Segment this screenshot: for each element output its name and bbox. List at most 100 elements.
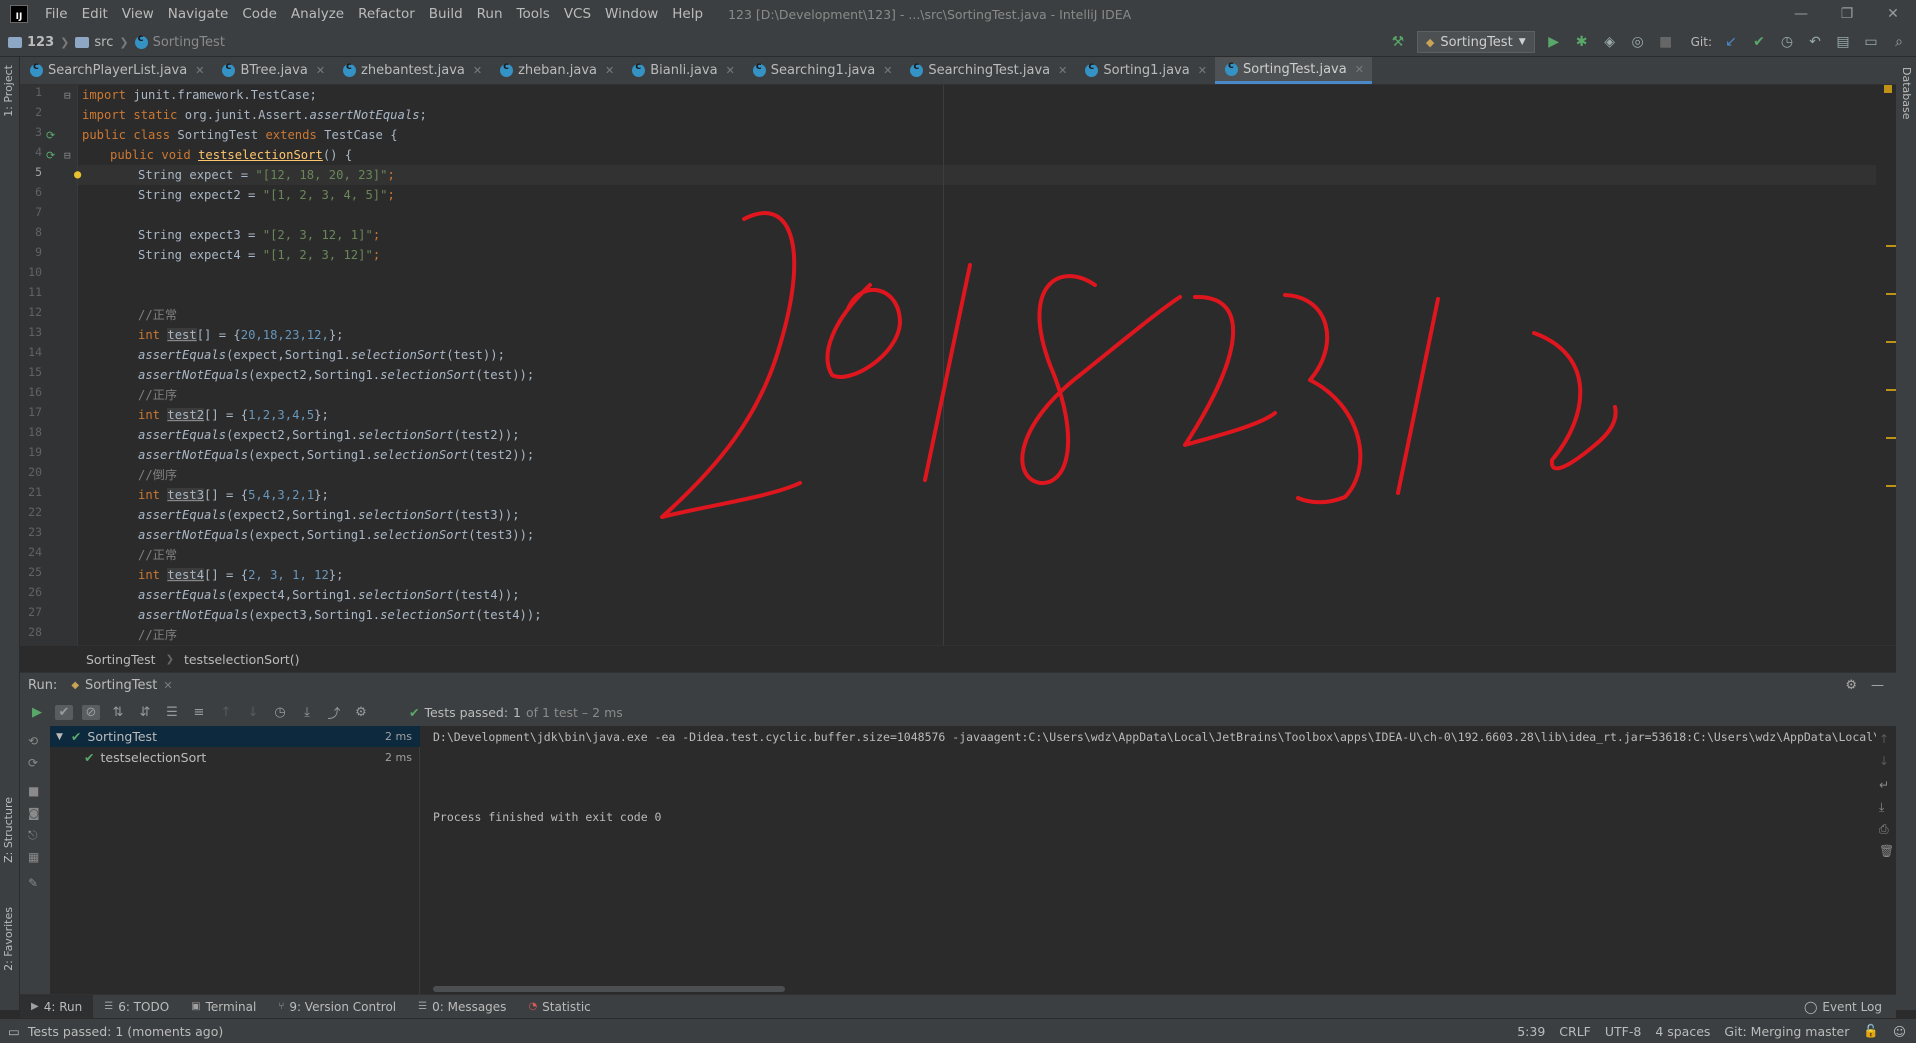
scroll-to-end-icon[interactable]: ⤓ <box>1879 800 1884 815</box>
settings-gear-icon[interactable]: ⚙ <box>352 705 370 720</box>
indent-setting[interactable]: 4 spaces <box>1655 1024 1710 1039</box>
caret-position[interactable]: 5:39 <box>1517 1024 1545 1039</box>
close-tab-icon[interactable]: ✕ <box>1198 64 1207 77</box>
tab-btree[interactable]: BTree.java✕ <box>212 57 333 84</box>
menu-run[interactable]: Run <box>470 0 510 28</box>
toolwindow-messages[interactable]: ☰ 0: Messages <box>407 995 517 1019</box>
menu-edit[interactable]: Edit <box>75 0 115 28</box>
nav-folder[interactable]: src <box>94 35 113 50</box>
layout-icon[interactable]: ▦ <box>28 850 39 864</box>
tab-sortingtest[interactable]: SortingTest.java✕ <box>1215 57 1372 84</box>
fold-icon[interactable]: ⊟ <box>64 89 71 102</box>
rerun-icon[interactable]: ▶ <box>28 705 46 720</box>
debug-icon[interactable]: ✱ <box>1573 34 1591 50</box>
database-tool-button[interactable]: Database <box>1900 67 1913 120</box>
warning-marker[interactable] <box>1886 293 1896 295</box>
sort-alpha-icon[interactable]: ⇅ <box>109 705 127 720</box>
code-area[interactable]: import junit.framework.TestCase; import … <box>82 85 1872 645</box>
exit-icon[interactable]: ⎋ <box>28 828 38 843</box>
git-rollback-icon[interactable]: ↶ <box>1806 34 1824 50</box>
intention-bulb-icon[interactable]: ● <box>74 167 81 181</box>
git-history-icon[interactable]: ◷ <box>1778 34 1796 50</box>
restore-button[interactable]: ❐ <box>1824 6 1870 22</box>
toolwindow-run[interactable]: ▶ 4: Run <box>20 994 94 1019</box>
line-separator[interactable]: CRLF <box>1559 1024 1591 1039</box>
run-icon[interactable]: ▶ <box>1545 34 1563 50</box>
layout-icon[interactable]: ▭ <box>1862 34 1880 50</box>
pin-rerun-icon[interactable]: ⟲ <box>28 734 38 748</box>
warning-marker[interactable] <box>1886 437 1896 439</box>
close-tab-icon[interactable]: ✕ <box>473 64 482 77</box>
sort-duration-icon[interactable]: ⇵ <box>136 705 154 720</box>
run-tab-sortingtest[interactable]: ◆ SortingTest ✕ <box>71 678 172 693</box>
fold-icon[interactable]: ⊟ <box>64 149 71 162</box>
menu-tools[interactable]: Tools <box>510 0 557 28</box>
warning-marker[interactable] <box>1886 245 1896 247</box>
toolwindow-statistic[interactable]: ◔ Statistic <box>517 995 601 1019</box>
close-tab-icon[interactable]: ✕ <box>195 64 204 77</box>
toggle-auto-test-icon[interactable]: ⟳ <box>28 756 38 770</box>
toolwindow-todo[interactable]: ☰ 6: TODO <box>93 995 180 1019</box>
nav-file[interactable]: SortingTest <box>153 35 225 50</box>
close-button[interactable]: ✕ <box>1870 6 1916 22</box>
close-tab-icon[interactable]: ✕ <box>883 64 892 77</box>
git-branch[interactable]: Git: Merging master <box>1724 1024 1849 1039</box>
tab-bianli[interactable]: Bianli.java✕ <box>622 57 743 84</box>
horizontal-scrollbar[interactable] <box>433 986 785 992</box>
git-commit-icon[interactable]: ✔ <box>1750 34 1768 50</box>
soft-wrap-icon[interactable]: ↵ <box>1879 778 1889 792</box>
menu-window[interactable]: Window <box>598 0 665 28</box>
close-tab-icon[interactable]: ✕ <box>163 679 172 692</box>
next-failed-icon[interactable]: ↓ <box>244 705 262 720</box>
error-stripe[interactable] <box>1876 85 1896 645</box>
print-icon[interactable]: ⎙ <box>1879 822 1889 837</box>
export-tests-icon[interactable]: ⤴ <box>325 703 343 722</box>
tab-searching1[interactable]: Searching1.java✕ <box>743 57 901 84</box>
collapse-all-icon[interactable]: ≡ <box>190 705 208 720</box>
warning-marker[interactable] <box>1886 485 1896 487</box>
run-test-method-gutter-icon[interactable]: ⟳ <box>46 149 55 162</box>
inspection-icon[interactable]: ☺ <box>1893 1024 1906 1039</box>
tree-row-testselectionsort[interactable]: ✔ testselectionSort 2 ms <box>50 747 420 768</box>
lock-icon[interactable]: 🔓 <box>1863 1023 1879 1039</box>
show-ignored-icon[interactable]: ⊘ <box>82 704 100 720</box>
layout-toggle-icon[interactable]: ▭ <box>8 1024 20 1039</box>
trash-icon[interactable]: 🗑 <box>1879 844 1894 858</box>
run-configuration-select[interactable]: ◆ SortingTest ▼ <box>1416 31 1535 53</box>
git-update-icon[interactable]: ↙ <box>1722 34 1740 50</box>
stop-icon[interactable]: ■ <box>28 784 39 798</box>
warning-marker[interactable] <box>1886 341 1896 343</box>
expand-arrow-icon[interactable]: ▼ <box>56 732 63 742</box>
menu-refactor[interactable]: Refactor <box>351 0 422 28</box>
menu-navigate[interactable]: Navigate <box>161 0 236 28</box>
event-log-button[interactable]: ◯ Event Log <box>1804 1000 1896 1014</box>
close-tab-icon[interactable]: ✕ <box>1058 64 1067 77</box>
close-tab-icon[interactable]: ✕ <box>726 64 735 77</box>
file-encoding[interactable]: UTF-8 <box>1605 1024 1641 1039</box>
camera-icon[interactable]: ◙ <box>28 806 40 820</box>
minimize-button[interactable]: — <box>1778 6 1824 22</box>
tab-zhebantest[interactable]: zhebantest.java✕ <box>333 57 490 84</box>
menu-view[interactable]: View <box>115 0 161 28</box>
close-tab-icon[interactable]: ✕ <box>316 64 325 77</box>
test-history-icon[interactable]: ◷ <box>271 705 289 720</box>
toolwindow-terminal[interactable]: ▣ Terminal <box>180 995 267 1019</box>
stop-icon[interactable]: ■ <box>1657 34 1675 50</box>
menu-help[interactable]: Help <box>665 0 710 28</box>
tab-searchingtest[interactable]: SearchingTest.java✕ <box>900 57 1075 84</box>
menu-file[interactable]: File <box>38 0 75 28</box>
code-editor[interactable]: 1 2 3 4 5 6 7 8 9 10 11 12 13 14 15 16 1… <box>20 85 1876 645</box>
coverage-icon[interactable]: ◈ <box>1601 34 1619 50</box>
structure-tool-button[interactable]: Z: Structure <box>2 797 15 863</box>
project-structure-icon[interactable]: ▤ <box>1834 34 1852 50</box>
favorites-tool-button[interactable]: 2: Favorites <box>2 907 15 971</box>
up-icon[interactable]: ↑ <box>1879 732 1889 746</box>
run-test-class-gutter-icon[interactable]: ⟳ <box>46 129 55 142</box>
previous-failed-icon[interactable]: ↑ <box>217 705 235 720</box>
project-tool-button[interactable]: 1: Project <box>2 65 15 117</box>
tab-zheban[interactable]: zheban.java✕ <box>490 57 622 84</box>
down-icon[interactable]: ↓ <box>1879 754 1889 768</box>
close-tab-icon[interactable]: ✕ <box>1355 63 1364 76</box>
menu-vcs[interactable]: VCS <box>557 0 598 28</box>
menu-code[interactable]: Code <box>235 0 284 28</box>
